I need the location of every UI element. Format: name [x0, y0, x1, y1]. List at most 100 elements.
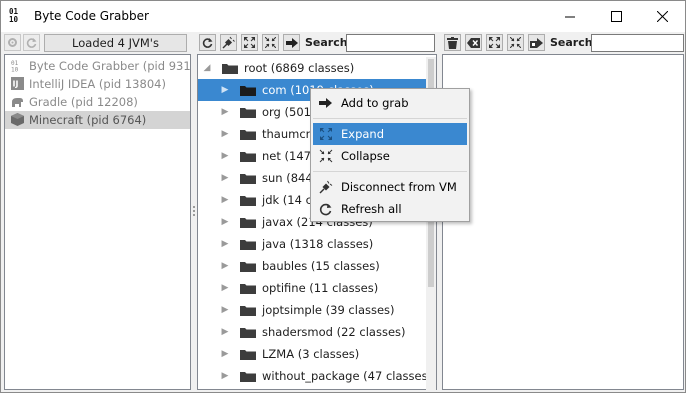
loaded-jvms-button[interactable]: Loaded 4 JVM's — [44, 34, 187, 52]
folder-icon — [240, 240, 256, 250]
tree-node-label: LZMA (3 classes) — [262, 347, 360, 361]
tree-search-label: Search: — [305, 36, 352, 49]
tree-node[interactable]: ▶ java (1318 classes) — [198, 233, 426, 255]
folder-icon — [240, 130, 256, 140]
jvm-item[interactable]: 01 10 Byte Code Grabber (pid 9316) — [5, 57, 190, 75]
expanded-arrow-icon[interactable]: ◢ — [202, 57, 212, 79]
collapsed-arrow-icon[interactable]: ▶ — [220, 299, 230, 321]
clear-button[interactable] — [444, 34, 461, 51]
title-bar: 01 10 Byte Code Grabber — [1, 1, 685, 32]
collapsed-arrow-icon[interactable]: ▶ — [220, 101, 230, 123]
refresh-icon — [319, 203, 332, 216]
main-window: 01 10 Byte Code Grabber Loaded 4 JVM's 01… — [0, 0, 686, 393]
tree-node-label: java (1318 classes) — [262, 237, 374, 251]
folder-icon — [240, 372, 256, 382]
collapsed-arrow-icon[interactable]: ▶ — [220, 233, 230, 255]
grabbed-classes-panel — [442, 54, 684, 390]
expand-icon — [320, 128, 332, 140]
tree-node[interactable]: ▶ shadersmod (22 classes) — [198, 321, 426, 343]
expand-icon — [489, 37, 500, 48]
svg-text:10: 10 — [11, 67, 19, 73]
add-to-grab-button[interactable] — [283, 34, 300, 51]
binary-icon: 0110 — [11, 60, 19, 73]
collapsed-arrow-icon[interactable]: ▶ — [220, 79, 230, 101]
collapsed-arrow-icon[interactable]: ▶ — [220, 255, 230, 277]
collapse-icon — [319, 149, 333, 163]
jvm-label: Byte Code Grabber (pid 9316) — [29, 59, 191, 73]
menu-item-refresh-all[interactable]: Refresh all — [313, 198, 467, 220]
collapsed-arrow-icon[interactable]: ▶ — [220, 167, 230, 189]
folder-icon — [240, 174, 256, 184]
tree-node[interactable]: ▶ LZMA (3 classes) — [198, 343, 426, 365]
folder-icon — [240, 152, 256, 162]
svg-text:IJ: IJ — [13, 80, 19, 89]
collapsed-arrow-icon[interactable]: ▶ — [220, 321, 230, 343]
expand-all-button[interactable] — [241, 34, 258, 51]
menu-item-disconnect[interactable]: Disconnect from VM — [313, 176, 467, 198]
gear-icon — [8, 38, 17, 47]
context-menu: Add to grab Expand Collapse Disconnect f… — [310, 88, 470, 222]
folder-icon — [240, 306, 256, 316]
menu-item-add-to-grab[interactable]: Add to grab — [313, 92, 467, 114]
collapsed-arrow-icon[interactable]: ▶ — [220, 211, 230, 233]
collapsed-arrow-icon[interactable]: ▶ — [220, 343, 230, 365]
backspace-icon — [467, 37, 480, 48]
collapse-all-right-button[interactable] — [507, 34, 524, 51]
window-title: Byte Code Grabber — [34, 9, 149, 23]
collapsed-arrow-icon[interactable]: ▶ — [220, 277, 230, 299]
refresh-icon — [202, 38, 213, 48]
tree-node-root[interactable]: ◢ root (6869 classes) — [198, 57, 426, 79]
tree-node-label: without_package (47 classes) — [262, 369, 433, 383]
collapsed-arrow-icon[interactable]: ▶ — [220, 123, 230, 145]
minimize-button[interactable] — [547, 1, 593, 32]
tree-node[interactable]: ▶ without_package (47 classes) — [198, 365, 433, 387]
jvm-item-selected[interactable]: Minecraft (pid 6764) — [5, 111, 190, 129]
folder-icon — [240, 86, 256, 96]
jvm-label: Minecraft (pid 6764) — [29, 113, 147, 127]
folder-icon — [222, 64, 238, 74]
folder-icon — [240, 262, 256, 272]
folder-icon — [240, 108, 256, 118]
arrow-right-icon — [319, 98, 332, 108]
menu-item-expand[interactable]: Expand — [313, 123, 467, 145]
close-icon — [656, 11, 668, 22]
tree-node-label: optifine (11 classes) — [262, 281, 379, 295]
collapse-icon — [510, 37, 521, 48]
refresh-tree-button[interactable] — [199, 34, 216, 51]
folder-icon — [240, 196, 256, 206]
close-button[interactable] — [639, 1, 685, 32]
jvm-item[interactable]: IJ IntelliJ IDEA (pid 13804) — [5, 75, 190, 93]
collapsed-arrow-icon[interactable]: ▶ — [220, 189, 230, 211]
save-button[interactable] — [528, 34, 545, 51]
collapse-all-button[interactable] — [262, 34, 279, 51]
menu-separator — [313, 118, 467, 119]
maximize-icon — [610, 11, 622, 22]
tree-node-label: baubles (15 classes) — [262, 259, 380, 273]
folder-icon — [240, 350, 256, 360]
splitter-handle[interactable] — [193, 206, 196, 218]
disconnect-button[interactable] — [220, 34, 237, 51]
tree-node[interactable]: ▶ joptsimple (39 classes) — [198, 299, 426, 321]
jvm-list: 01 10 Byte Code Grabber (pid 9316) IJ Int… — [4, 54, 191, 390]
expand-all-right-button[interactable] — [486, 34, 503, 51]
jvm-item[interactable]: Gradle (pid 12208) — [5, 93, 190, 111]
grab-search-input[interactable] — [591, 34, 684, 52]
expand-icon — [244, 37, 255, 48]
tree-node[interactable]: ▶ baubles (15 classes) — [198, 255, 426, 277]
grab-search-label: Search: — [550, 36, 597, 49]
collapsed-arrow-icon[interactable]: ▶ — [220, 365, 230, 387]
menu-item-collapse[interactable]: Collapse — [313, 145, 467, 167]
plug-icon — [222, 36, 235, 49]
maximize-button[interactable] — [593, 1, 639, 32]
tree-node-label: joptsimple (39 classes) — [262, 303, 395, 317]
remove-button[interactable] — [465, 34, 482, 51]
refresh-jvms-button[interactable] — [23, 34, 40, 51]
settings-button[interactable] — [4, 34, 21, 51]
tree-search-input[interactable] — [346, 34, 435, 52]
gradle-icon — [12, 98, 23, 107]
tree-node-label: root (6869 classes) — [244, 61, 355, 75]
tree-node-label: shadersmod (22 classes) — [262, 325, 406, 339]
collapse-icon — [265, 37, 276, 48]
tree-node[interactable]: ▶ optifine (11 classes) — [198, 277, 426, 299]
collapsed-arrow-icon[interactable]: ▶ — [220, 145, 230, 167]
